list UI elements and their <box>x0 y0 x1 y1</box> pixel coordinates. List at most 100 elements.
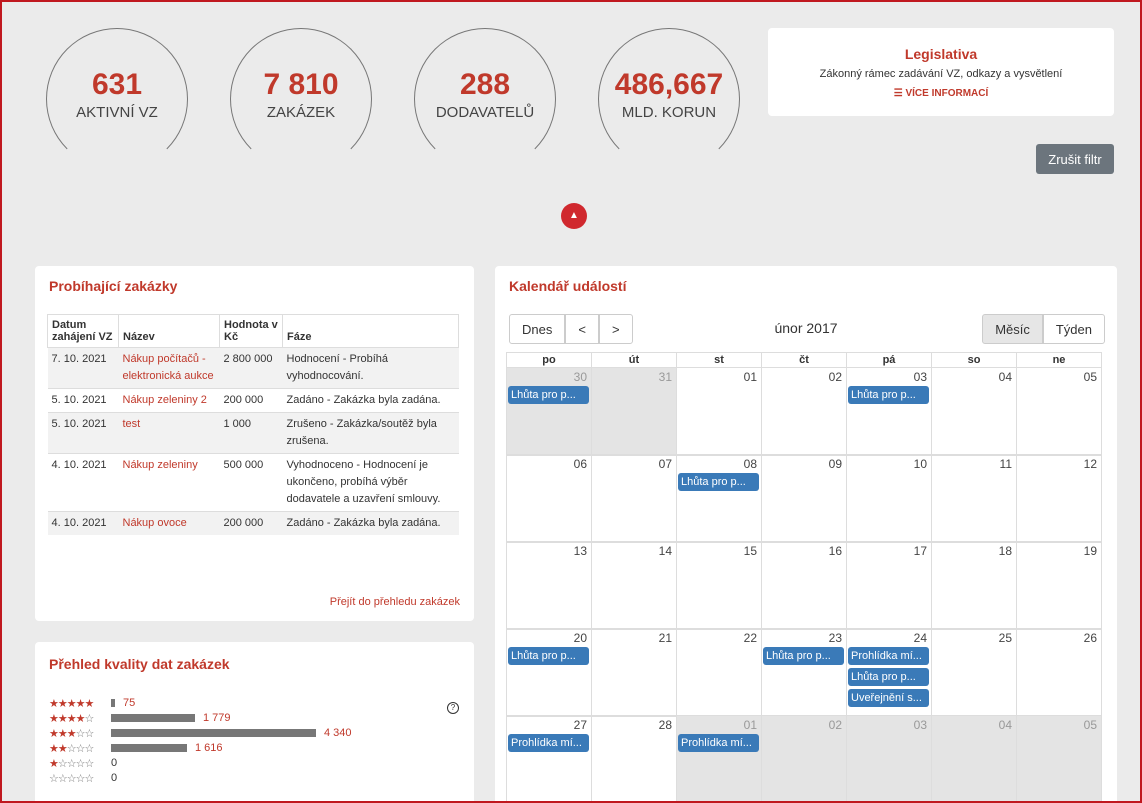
calendar-day[interactable]: 23 Lhůta pro p... <box>761 628 847 717</box>
calendar-event[interactable]: Lhůta pro p... <box>508 647 589 665</box>
day-number: 10 <box>913 457 927 471</box>
quality-row: ★★☆☆☆ 1 616 <box>49 741 223 755</box>
calendar-day[interactable]: 22 <box>676 628 762 717</box>
quality-row: ☆☆☆☆☆ 0 <box>49 771 117 785</box>
calendar-event[interactable]: Prohlídka mí... <box>508 734 589 752</box>
calendar-event[interactable]: Prohlídka mí... <box>678 734 759 752</box>
table-row: 4. 10. 2021 Nákup zeleniny 500 000 Vyhod… <box>47 453 459 512</box>
calendar-day[interactable]: 13 <box>506 541 592 630</box>
day-number: 28 <box>658 718 672 732</box>
calendar-card: Kalendář událostí Dnes < > únor 2017 Měs… <box>495 266 1117 801</box>
calendar-day[interactable]: 10 <box>846 454 932 543</box>
chevron-up-icon[interactable]: ▲ <box>561 203 587 229</box>
table-row: 5. 10. 2021 test 1 000 Zrušeno - Zakázka… <box>47 412 459 454</box>
calendar-day[interactable]: 25 <box>931 628 1017 717</box>
day-number: 02 <box>828 370 842 384</box>
day-number: 17 <box>913 544 927 558</box>
stat-label: AKTIVNÍ VZ <box>76 104 158 121</box>
day-number: 31 <box>658 370 672 384</box>
calendar-day[interactable]: 07 <box>591 454 677 543</box>
running-contracts-card: Probíhající zakázky Datum zahájení VZ Ná… <box>35 266 474 621</box>
calendar-day[interactable]: 11 <box>931 454 1017 543</box>
calendar-day[interactable]: 03 Lhůta pro p... <box>846 367 932 456</box>
calendar-day[interactable]: 08 Lhůta pro p... <box>676 454 762 543</box>
calendar-day[interactable]: 21 <box>591 628 677 717</box>
calendar-day[interactable]: 15 <box>676 541 762 630</box>
info-icon: ☰ <box>893 88 906 99</box>
star-rating-icon: ★★★☆☆ <box>49 727 94 740</box>
calendar-day[interactable]: 03 <box>846 715 932 801</box>
calendar-event[interactable]: Lhůta pro p... <box>848 386 929 404</box>
dashboard: 631 AKTIVNÍ VZ 7 810 ZAKÁZEK 288 DODAVAT… <box>0 0 1142 803</box>
calendar-event[interactable]: Lhůta pro p... <box>763 647 844 665</box>
row-name-link[interactable]: Nákup ovoce <box>118 511 220 535</box>
calendar-day[interactable]: 19 <box>1016 541 1102 630</box>
calendar-day[interactable]: 09 <box>761 454 847 543</box>
day-number: 13 <box>573 544 587 558</box>
day-number: 05 <box>1083 370 1097 384</box>
calendar-day[interactable]: 27 Prohlídka mí... <box>506 715 592 801</box>
day-number: 30 <box>573 370 587 384</box>
calendar-event[interactable]: Uveřejnění s... <box>848 689 929 707</box>
calendar-day[interactable]: 24 Prohlídka mí... Lhůta pro p... Uveřejněn… <box>846 628 932 717</box>
calendar-day[interactable]: 17 <box>846 541 932 630</box>
star-rating-icon: ★★★★★ <box>49 697 94 710</box>
calendar-event[interactable]: Lhůta pro p... <box>848 668 929 686</box>
calendar-event[interactable]: Lhůta pro p... <box>678 473 759 491</box>
col-phase: Fáze <box>282 314 459 348</box>
calendar-day[interactable]: 30 Lhůta pro p... <box>506 367 592 456</box>
row-name-link[interactable]: Nákup počítačů - elektronická aukce <box>118 347 220 389</box>
col-value: Hodnota v Kč <box>219 314 283 348</box>
calendar-day[interactable]: 12 <box>1016 454 1102 543</box>
calendar-day[interactable]: 02 <box>761 715 847 801</box>
day-number: 18 <box>998 544 1012 558</box>
calendar-day[interactable]: 14 <box>591 541 677 630</box>
row-value: 200 000 <box>219 388 283 413</box>
day-of-week-header: čt <box>761 352 847 368</box>
calendar-day[interactable]: 26 <box>1016 628 1102 717</box>
col-date: Datum zahájení VZ <box>47 314 119 348</box>
calendar-day[interactable]: 05 <box>1016 367 1102 456</box>
calendar-day[interactable]: 02 <box>761 367 847 456</box>
day-number: 22 <box>743 631 757 645</box>
calendar-event[interactable]: Prohlídka mí... <box>848 647 929 665</box>
row-name-link[interactable]: test <box>118 412 220 454</box>
day-number: 03 <box>913 370 927 384</box>
day-number: 04 <box>998 718 1012 732</box>
calendar-day[interactable]: 16 <box>761 541 847 630</box>
calendar-day[interactable]: 04 <box>931 715 1017 801</box>
calendar-day[interactable]: 01 Prohlídka mí... <box>676 715 762 801</box>
cancel-filter-button[interactable]: Zrušit filtr <box>1036 144 1114 174</box>
row-date: 7. 10. 2021 <box>47 347 119 389</box>
calendar-day[interactable]: 05 <box>1016 715 1102 801</box>
day-number: 15 <box>743 544 757 558</box>
quality-count: 1 616 <box>195 742 223 754</box>
row-date: 5. 10. 2021 <box>47 388 119 413</box>
stat-dodavatelu: 288 DODAVATELŮ <box>414 28 556 170</box>
calendar-title: Kalendář událostí <box>509 278 627 294</box>
more-info-link[interactable]: ☰ VÍCE INFORMACÍ <box>768 88 1114 99</box>
day-number: 09 <box>828 457 842 471</box>
all-contracts-link[interactable]: Přejít do přehledu zakázek <box>330 596 460 608</box>
view-week-button[interactable]: Týden <box>1042 314 1105 344</box>
more-info-label: VÍCE INFORMACÍ <box>905 88 989 99</box>
row-name-link[interactable]: Nákup zeleniny 2 <box>118 388 220 413</box>
day-number: 20 <box>573 631 587 645</box>
calendar-day[interactable]: 18 <box>931 541 1017 630</box>
calendar-day[interactable]: 20 Lhůta pro p... <box>506 628 592 717</box>
view-month-button[interactable]: Měsíc <box>982 314 1043 344</box>
calendar-week: 27 Prohlídka mí... 28 01 Prohlídka mí... 02 03… <box>506 715 1102 801</box>
row-value: 2 800 000 <box>219 347 283 389</box>
row-name-link[interactable]: Nákup zeleniny <box>118 453 220 512</box>
help-icon[interactable]: ? <box>447 702 459 714</box>
calendar-event[interactable]: Lhůta pro p... <box>508 386 589 404</box>
quality-count: 0 <box>111 757 118 769</box>
day-number: 11 <box>999 457 1012 471</box>
calendar-day[interactable]: 31 <box>591 367 677 456</box>
calendar-day[interactable]: 01 <box>676 367 762 456</box>
calendar-day[interactable]: 28 <box>591 715 677 801</box>
legislativa-title: Legislativa <box>904 46 978 62</box>
calendar-day[interactable]: 06 <box>506 454 592 543</box>
data-quality-title: Přehled kvality dat zakázek <box>49 656 230 672</box>
calendar-day[interactable]: 04 <box>931 367 1017 456</box>
